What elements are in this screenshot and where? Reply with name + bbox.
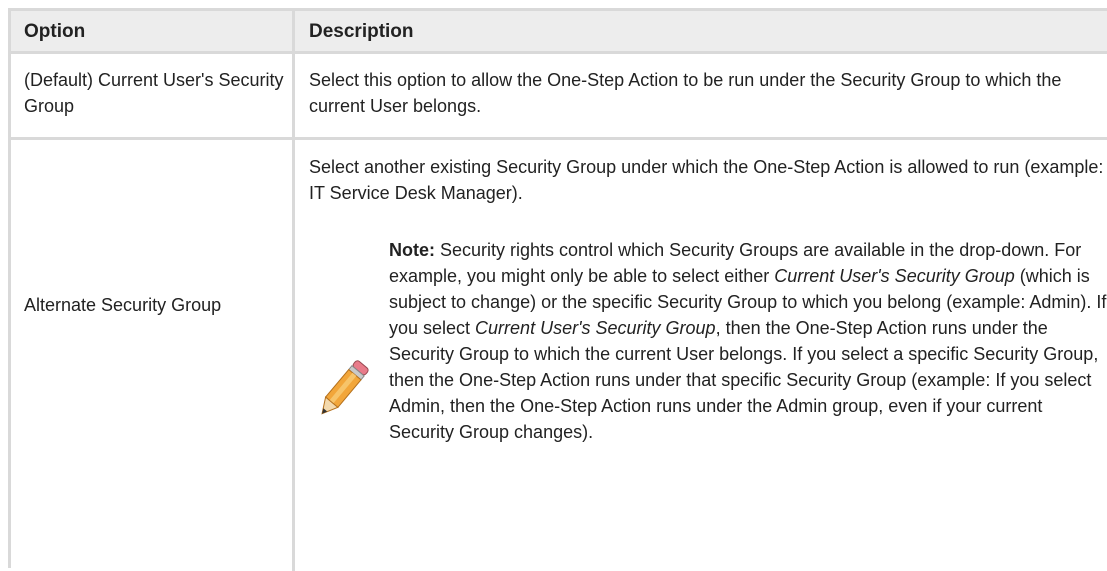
header-description: Description bbox=[309, 21, 414, 42]
note-text: Note: Security rights control which Secu… bbox=[389, 237, 1107, 445]
table-row: (Default) Current User's Security Group … bbox=[11, 54, 1107, 140]
pencil-icon bbox=[321, 360, 369, 415]
description-cell: Select this option to allow the One-Step… bbox=[309, 70, 1062, 116]
note-italic-term: Current User's Security Group bbox=[475, 318, 716, 338]
description-cell: Select another existing Security Group u… bbox=[309, 157, 1104, 203]
table-header: Option Description bbox=[11, 11, 1107, 54]
header-option: Option bbox=[24, 21, 86, 42]
option-cell: Alternate Security Group bbox=[24, 295, 222, 315]
option-cell: (Default) Current User's Security Group bbox=[24, 70, 284, 116]
note-italic-term: Current User's Security Group bbox=[774, 266, 1015, 286]
note-label: Note: bbox=[389, 240, 435, 260]
options-table: Option Description (Default) Current Use… bbox=[8, 8, 1107, 571]
table-row: Alternate Security Group Select another … bbox=[11, 140, 1107, 570]
